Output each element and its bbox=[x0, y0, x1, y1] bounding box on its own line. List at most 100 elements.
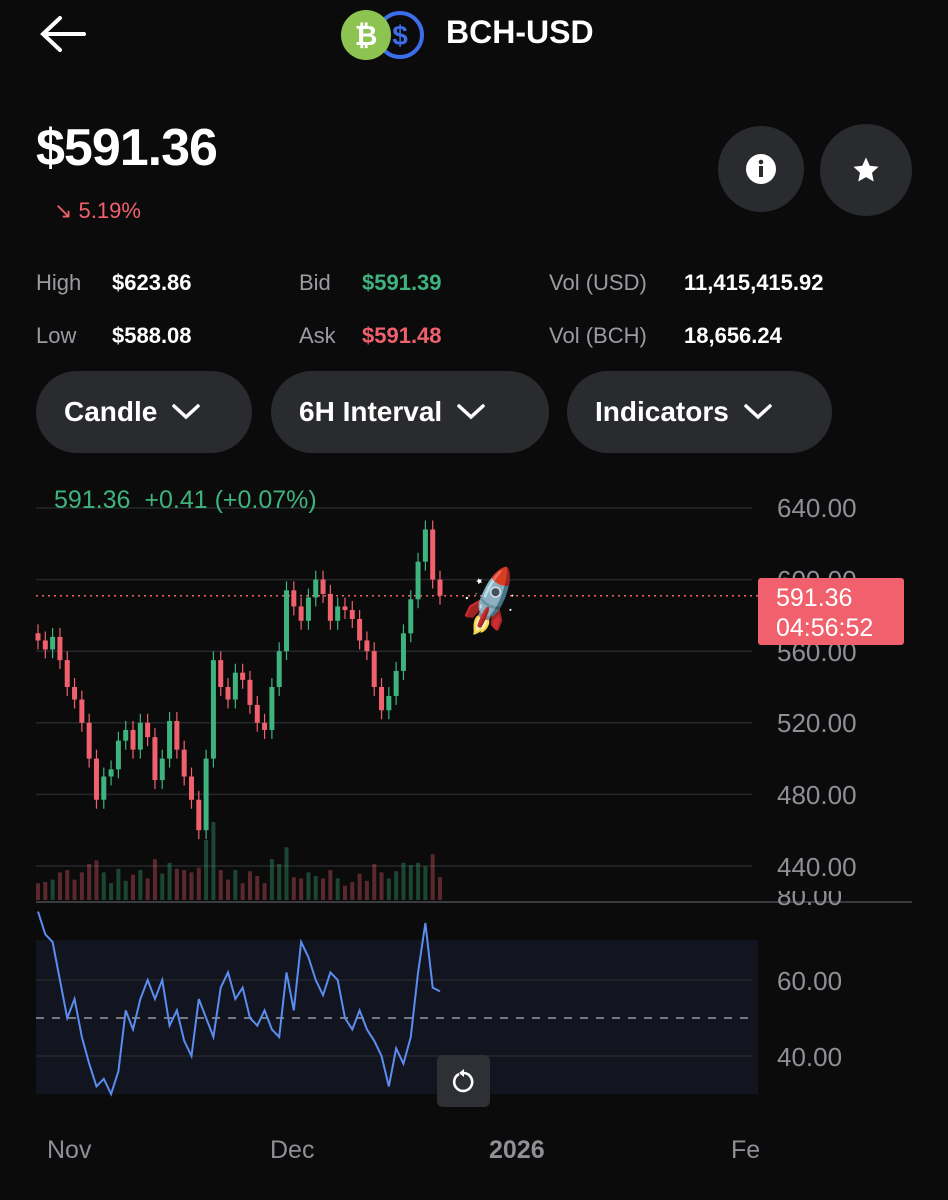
rsi-y-tick: 40.00 bbox=[777, 1042, 843, 1072]
ask-label: Ask bbox=[299, 323, 336, 348]
volume-bar bbox=[36, 883, 40, 900]
price-change: ↘ 5.19% bbox=[54, 198, 141, 223]
candle bbox=[93, 758, 99, 800]
candle bbox=[430, 529, 436, 580]
svg-text:₿: ₿ bbox=[355, 20, 378, 51]
candle bbox=[225, 687, 231, 700]
volume-bar bbox=[350, 882, 355, 900]
candle bbox=[174, 721, 180, 750]
rsi-y-tick: 80.00 bbox=[777, 891, 843, 911]
candle bbox=[240, 672, 246, 680]
y-tick: 480.00 bbox=[777, 780, 857, 810]
volume-bar bbox=[430, 854, 435, 900]
volume-bar bbox=[379, 872, 384, 900]
chevron-down-icon bbox=[457, 404, 485, 420]
candle bbox=[298, 606, 304, 621]
vol-usd-label: Vol (USD) bbox=[549, 270, 647, 295]
volume-bar bbox=[204, 840, 209, 900]
current-price: $591.36 bbox=[36, 119, 218, 177]
volume-bar bbox=[160, 873, 165, 900]
candle bbox=[167, 721, 173, 759]
volume-bar bbox=[87, 864, 92, 900]
ohlc-legend: 591.36 +0.41 (+0.07%) bbox=[54, 486, 317, 514]
x-tick: Nov bbox=[47, 1136, 92, 1164]
candle bbox=[203, 758, 209, 831]
x-tick: 2026 bbox=[489, 1136, 545, 1164]
candle bbox=[123, 729, 129, 741]
candle bbox=[247, 679, 253, 705]
volume-bar bbox=[386, 878, 391, 900]
info-icon bbox=[746, 154, 776, 184]
candle bbox=[130, 729, 136, 750]
volume-bar bbox=[438, 877, 442, 900]
candle bbox=[269, 687, 275, 730]
x-tick: Fe bbox=[731, 1136, 761, 1164]
volume-bar bbox=[328, 870, 333, 900]
volume-bar bbox=[174, 868, 179, 900]
candle bbox=[188, 776, 194, 800]
candle bbox=[422, 529, 428, 562]
volume-bar bbox=[401, 862, 406, 900]
volume-bar bbox=[255, 876, 260, 900]
candle bbox=[335, 606, 341, 621]
candle bbox=[342, 606, 348, 611]
candle bbox=[210, 660, 216, 759]
y-tick: 640.00 bbox=[777, 493, 857, 523]
volume-bar bbox=[364, 880, 369, 900]
svg-text:$: $ bbox=[392, 20, 408, 51]
volume-bar bbox=[306, 872, 311, 900]
candle bbox=[64, 660, 70, 687]
volume-bar bbox=[131, 874, 136, 900]
candle bbox=[386, 695, 392, 711]
interval-dropdown[interactable]: 6H Interval bbox=[271, 371, 549, 453]
volume-bar bbox=[211, 822, 216, 900]
arrow-down-right-icon: ↘ bbox=[54, 198, 79, 223]
volume-bar bbox=[299, 878, 304, 900]
rsi-y-tick: 60.00 bbox=[777, 966, 843, 996]
candle bbox=[101, 776, 107, 800]
ask-value: $591.48 bbox=[362, 323, 442, 348]
volume-bar bbox=[269, 859, 274, 900]
volume-bar bbox=[372, 864, 377, 900]
volume-bar bbox=[138, 870, 143, 900]
back-button[interactable] bbox=[38, 14, 88, 54]
volume-bar bbox=[123, 880, 128, 900]
indicators-dropdown[interactable]: Indicators bbox=[567, 371, 832, 453]
volume-bar bbox=[189, 872, 194, 900]
volume-bar bbox=[94, 860, 99, 900]
volume-bar bbox=[394, 871, 399, 900]
candle bbox=[313, 579, 319, 598]
x-tick: Dec bbox=[270, 1136, 315, 1164]
chart-type-label: Candle bbox=[64, 396, 158, 427]
volume-bar bbox=[43, 882, 48, 900]
candle bbox=[145, 722, 151, 738]
bid-label: Bid bbox=[299, 270, 331, 295]
volume-bar bbox=[416, 862, 421, 900]
chart-type-dropdown[interactable]: Candle bbox=[36, 371, 252, 453]
volume-bar bbox=[116, 868, 121, 900]
candle bbox=[379, 687, 385, 711]
candle bbox=[400, 633, 406, 671]
volume-bar bbox=[233, 870, 238, 900]
volume-bar bbox=[262, 883, 267, 900]
candle bbox=[320, 579, 326, 594]
candle bbox=[57, 636, 63, 661]
candle bbox=[364, 640, 370, 652]
pair-title: BCH-USD bbox=[446, 14, 594, 50]
vol-usd-value: 11,415,415.92 bbox=[684, 270, 824, 295]
volume-bar bbox=[50, 879, 55, 900]
arrow-left-icon bbox=[40, 16, 86, 52]
candle bbox=[284, 590, 290, 652]
last-price-tag: 591.36 04:56:52 bbox=[758, 578, 904, 645]
candle bbox=[218, 660, 224, 687]
candle bbox=[276, 651, 282, 687]
info-button[interactable] bbox=[718, 126, 804, 212]
candle bbox=[42, 640, 48, 650]
volume-bar bbox=[145, 878, 150, 900]
candle bbox=[437, 579, 443, 596]
candle bbox=[349, 610, 355, 619]
favorite-button[interactable] bbox=[820, 124, 912, 216]
volume-bar bbox=[79, 872, 84, 900]
candle bbox=[393, 670, 399, 696]
reset-chart-button[interactable] bbox=[437, 1055, 490, 1107]
